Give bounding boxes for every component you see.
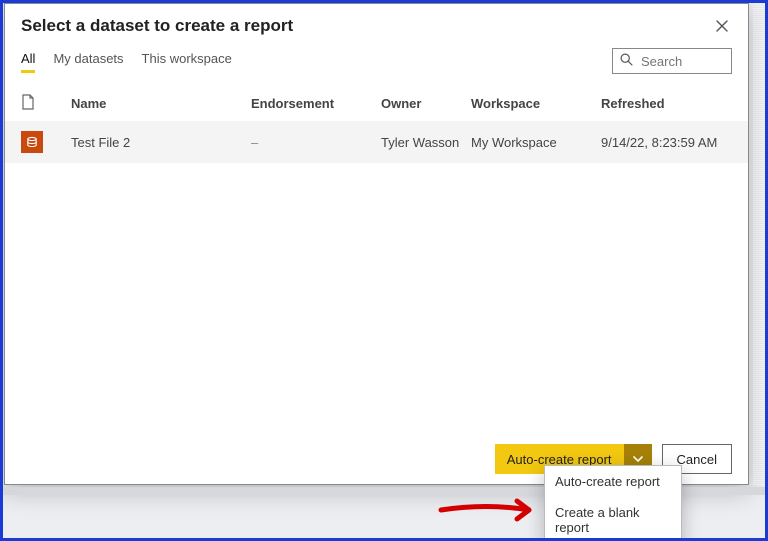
dropdown-blank-report[interactable]: Create a blank report (545, 497, 681, 541)
search-icon (620, 53, 633, 69)
tabs-row: All My datasets This workspace (5, 42, 748, 84)
tab-my-datasets[interactable]: My datasets (53, 51, 123, 72)
document-icon (21, 94, 35, 110)
cell-workspace: My Workspace (471, 135, 601, 150)
table-header: Name Endorsement Owner Workspace Refresh… (5, 84, 748, 121)
dataset-icon-cell (21, 131, 71, 153)
search-field (612, 48, 732, 74)
dialog-title: Select a dataset to create a report (21, 16, 293, 36)
tab-all[interactable]: All (21, 51, 35, 72)
chevron-down-icon (633, 456, 643, 462)
create-report-dropdown: Auto-create report Create a blank report (544, 465, 682, 541)
app-frame: Select a dataset to create a report All … (0, 0, 768, 541)
annotation-arrow (437, 497, 547, 523)
scope-tabs: All My datasets This workspace (21, 51, 232, 72)
column-icon (21, 94, 71, 113)
cell-endorsement: – (251, 135, 381, 150)
close-icon (716, 20, 728, 32)
column-refreshed[interactable]: Refreshed (601, 96, 761, 111)
dataset-icon (21, 131, 43, 153)
table-row[interactable]: Test File 2 – Tyler Wasson My Workspace … (5, 121, 748, 163)
tab-this-workspace[interactable]: This workspace (142, 51, 232, 72)
close-button[interactable] (710, 14, 734, 38)
cell-refreshed: 9/14/22, 8:23:59 AM (601, 135, 748, 150)
cell-name: Test File 2 (71, 135, 251, 150)
column-owner[interactable]: Owner (381, 96, 471, 111)
scrollbar-track[interactable] (753, 3, 765, 485)
column-name[interactable]: Name (71, 96, 251, 111)
dialog-header: Select a dataset to create a report (5, 4, 748, 42)
dropdown-auto-create[interactable]: Auto-create report (545, 466, 681, 497)
column-workspace[interactable]: Workspace (471, 96, 601, 111)
column-endorsement[interactable]: Endorsement (251, 96, 381, 111)
select-dataset-dialog: Select a dataset to create a report All … (4, 3, 749, 485)
cell-owner: Tyler Wasson (381, 135, 471, 150)
table-body: Test File 2 – Tyler Wasson My Workspace … (5, 121, 748, 433)
